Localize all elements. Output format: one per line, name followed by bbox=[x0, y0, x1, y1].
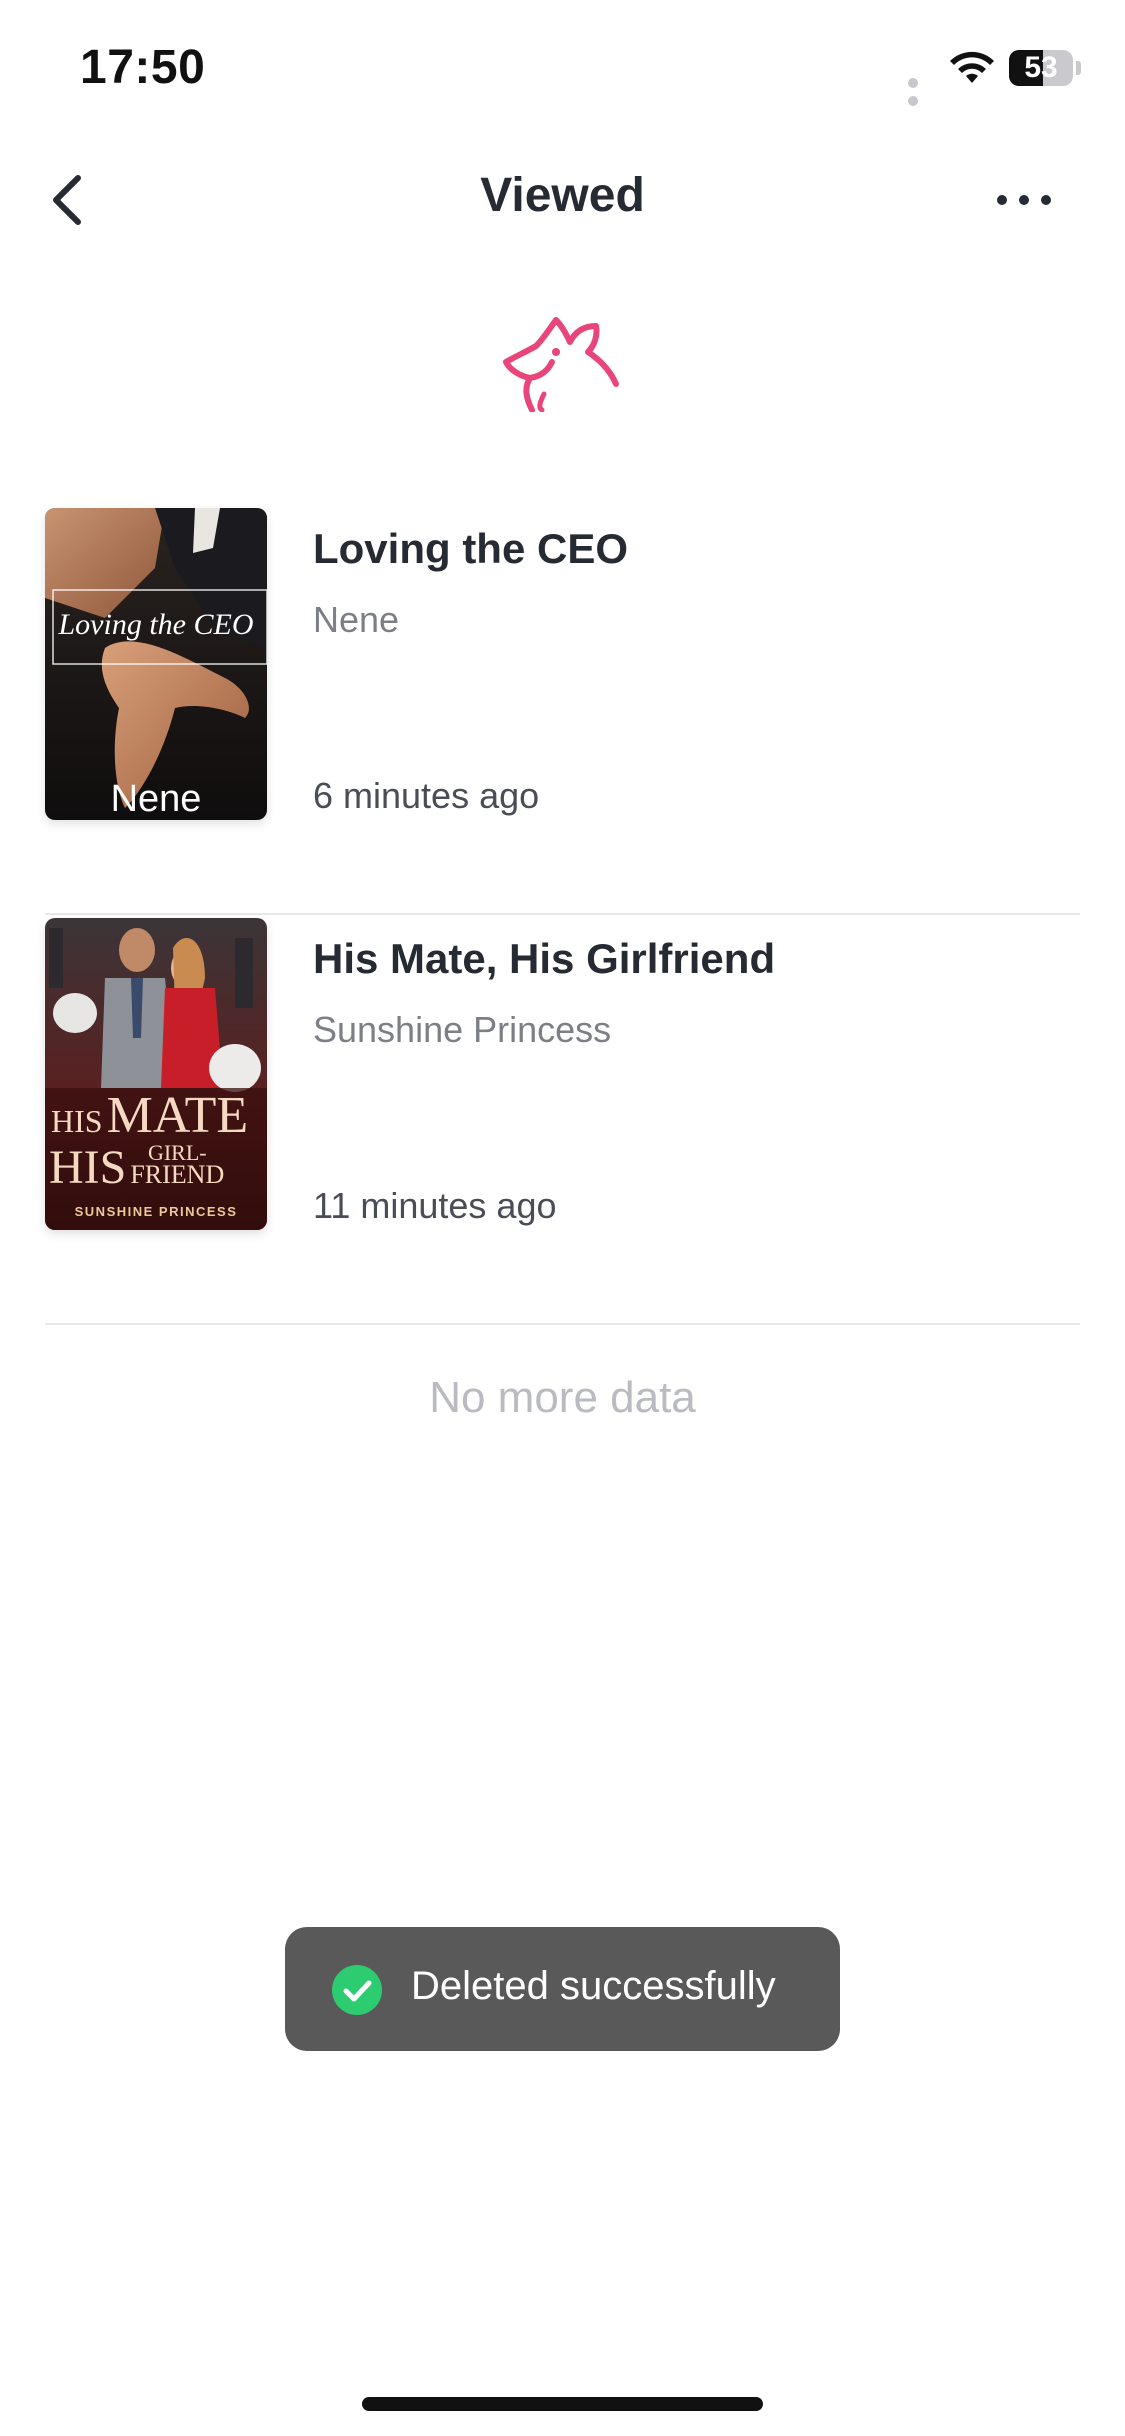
battery-cap bbox=[1076, 61, 1081, 75]
viewed-book-list: Loving the CEO Nene Loving the CEO Nene … bbox=[45, 505, 1080, 1325]
cover-title-girlfriend: GIRL- FRIEND bbox=[130, 1142, 225, 1189]
nav-bar: Viewed bbox=[0, 140, 1125, 260]
cover-title-mate: MATE bbox=[106, 1087, 249, 1144]
viewed-time: 6 minutes ago bbox=[313, 775, 540, 816]
battery-level: 53 bbox=[1024, 51, 1058, 84]
toast: Deleted successfully bbox=[285, 1927, 840, 2051]
list-item[interactable]: HIS MATE HIS GIRL- FRIEND SUNSHINE PRINC… bbox=[45, 915, 1080, 1325]
cover-title-his-2: HIS bbox=[49, 1141, 127, 1194]
wifi-icon bbox=[950, 51, 994, 83]
cover-author: SUNSHINE PRINCESS bbox=[74, 1204, 238, 1219]
viewed-time: 11 minutes ago bbox=[313, 1185, 557, 1226]
check-circle-icon bbox=[332, 1965, 382, 2015]
cover-title: Loving the CEO bbox=[58, 608, 254, 641]
screen: 17:50 53 Viewed Loving the CEO Nene Lovi… bbox=[0, 0, 1125, 2436]
book-cover: HIS MATE HIS GIRL- FRIEND SUNSHINE PRINC… bbox=[45, 918, 267, 1230]
more-button[interactable] bbox=[980, 162, 1080, 238]
page-title: Viewed bbox=[480, 169, 645, 222]
cover-title-his: HIS bbox=[51, 1103, 103, 1139]
book-author: Sunshine Princess bbox=[313, 1009, 612, 1050]
cover-title-line-1: HIS MATE bbox=[51, 1086, 267, 1145]
home-indicator[interactable] bbox=[362, 2397, 763, 2411]
status-bar: 17:50 53 bbox=[0, 0, 1125, 140]
book-title: Loving the CEO bbox=[313, 525, 628, 572]
list-item[interactable]: Loving the CEO Nene Loving the CEO Nene … bbox=[45, 505, 1080, 915]
cover-title-line-2: HIS GIRL- FRIEND bbox=[49, 1140, 267, 1195]
book-title: His Mate, His Girlfriend bbox=[313, 935, 776, 982]
wolf-head-logo bbox=[503, 317, 619, 412]
battery-icon: 53 bbox=[1009, 50, 1073, 86]
status-time: 17:50 bbox=[80, 41, 206, 94]
book-cover: Loving the CEO Nene bbox=[45, 508, 267, 820]
cover-title-friend: FRIEND bbox=[130, 1160, 225, 1189]
cover-art-loving-the-ceo bbox=[45, 508, 267, 820]
no-more-data-label: No more data bbox=[429, 1373, 696, 1422]
cover-author: Nene bbox=[110, 778, 202, 820]
ellipsis-icon bbox=[997, 195, 1051, 205]
toast-message: Deleted successfully bbox=[411, 1964, 776, 2008]
book-author: Nene bbox=[313, 599, 400, 640]
cellular-signal-icon bbox=[908, 75, 934, 106]
